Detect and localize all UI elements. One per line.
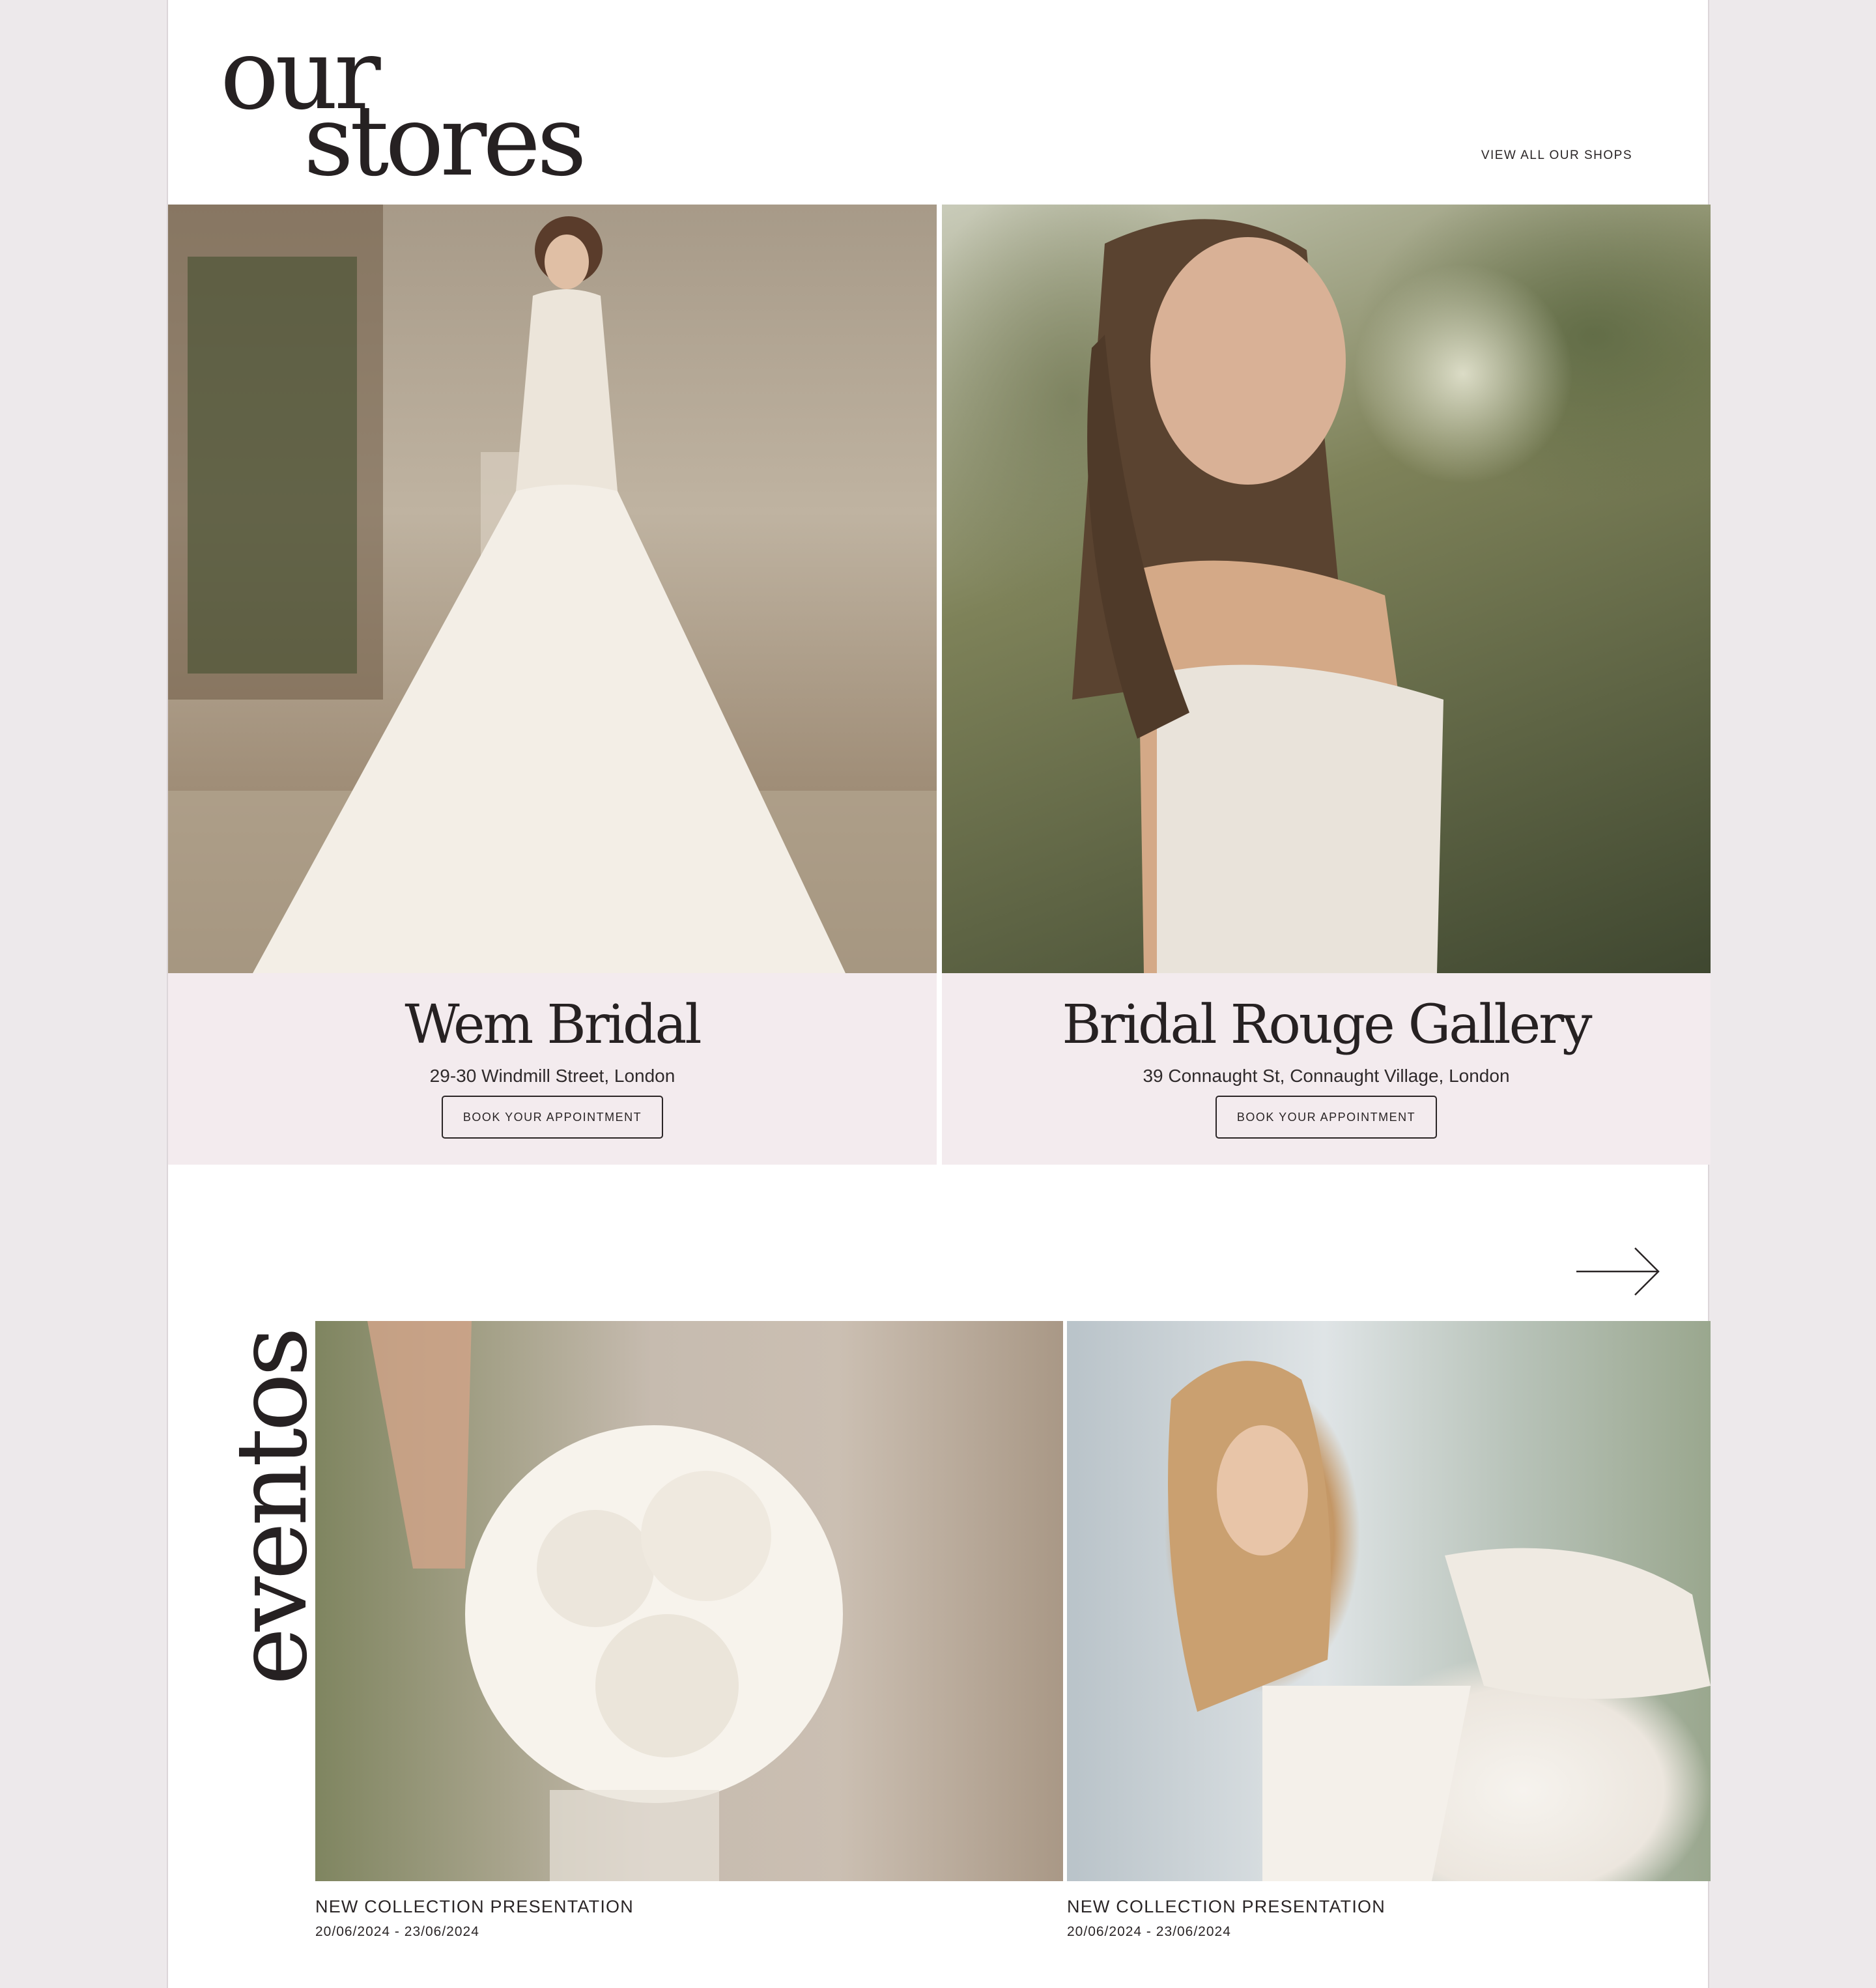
store-card-wem-bridal: Wem Bridal 29-30 Windmill Street, London…: [168, 205, 937, 1165]
event-title: NEW COLLECTION PRESENTATION: [315, 1897, 634, 1916]
store-info: Bridal Rouge Gallery 39 Connaught St, Co…: [942, 973, 1711, 1165]
store-photo-illustration: [168, 205, 937, 973]
next-events-button[interactable]: [1575, 1245, 1662, 1298]
store-name: Wem Bridal: [405, 994, 702, 1056]
event-dates: 20/06/2024 - 23/06/2024: [315, 1924, 479, 1939]
event-photo[interactable]: [315, 1321, 1063, 1881]
book-appointment-button[interactable]: BOOK YOUR APPOINTMENT: [442, 1096, 663, 1139]
event-photo-illustration: [367, 1321, 843, 1881]
store-address: 39 Connaught St, Connaught Village, Lond…: [1143, 1066, 1510, 1086]
store-name: Bridal Rouge Gallery: [1062, 994, 1592, 1056]
events-section-title-text: eventos: [216, 1330, 329, 1686]
store-photo[interactable]: [168, 205, 937, 973]
events-section-title: eventos: [216, 1322, 329, 1694]
event-title: NEW COLLECTION PRESENTATION: [1067, 1897, 1386, 1916]
book-appointment-button[interactable]: BOOK YOUR APPOINTMENT: [1215, 1096, 1437, 1139]
page-title-line2: stores: [304, 85, 587, 198]
store-address: 29-30 Windmill Street, London: [429, 1066, 675, 1086]
event-photo-illustration: [1168, 1361, 1711, 1881]
store-info: Wem Bridal 29-30 Windmill Street, London…: [168, 973, 937, 1165]
arrow-right-icon: [1576, 1247, 1660, 1296]
view-all-shops-link[interactable]: VIEW ALL OUR SHOPS: [1481, 149, 1632, 163]
store-card-bridal-rouge-gallery: Bridal Rouge Gallery 39 Connaught St, Co…: [942, 205, 1711, 1165]
event-dates: 20/06/2024 - 23/06/2024: [1067, 1924, 1231, 1939]
event-card[interactable]: NEW COLLECTION PRESENTATION 20/06/2024 -…: [1067, 1321, 1711, 1941]
page-container: our stores VIEW ALL OUR SHOPS Wem Bridal…: [167, 0, 1711, 1988]
event-photo[interactable]: [1067, 1321, 1711, 1881]
store-photo-illustration: [1072, 219, 1443, 973]
store-photo[interactable]: [942, 205, 1711, 973]
event-card[interactable]: NEW COLLECTION PRESENTATION 20/06/2024 -…: [315, 1321, 1063, 1941]
